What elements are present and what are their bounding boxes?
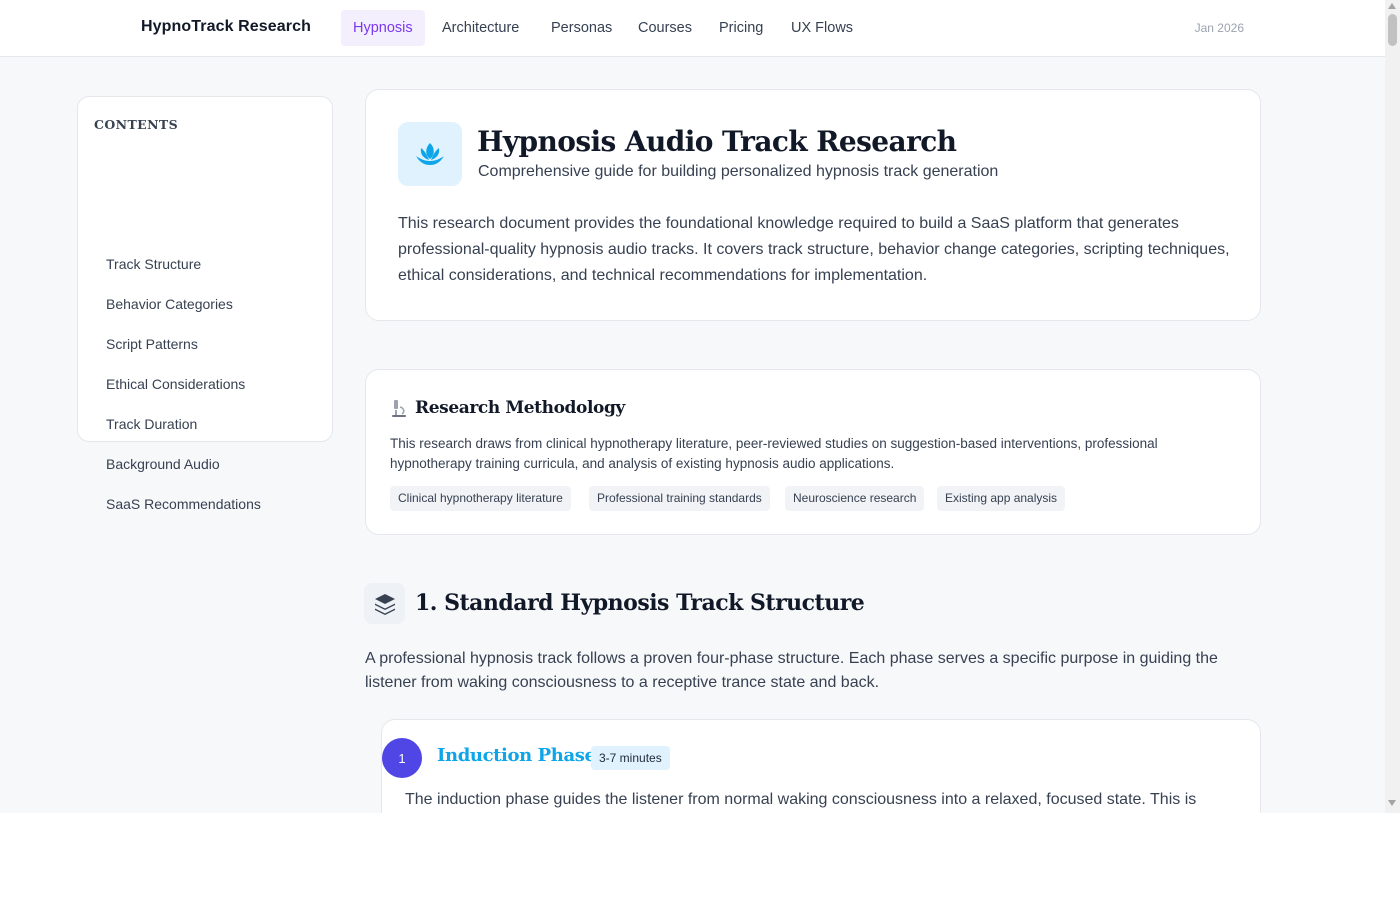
hero-card: Hypnosis Audio Track Research Comprehens… <box>365 89 1261 321</box>
toc-link-ethical-considerations[interactable]: Ethical Considerations <box>106 376 245 392</box>
toc-link-track-duration[interactable]: Track Duration <box>106 416 197 432</box>
scrollbar-thumb[interactable] <box>1388 14 1397 46</box>
vertical-scrollbar[interactable] <box>1385 0 1400 813</box>
methodology-tag: Existing app analysis <box>937 486 1066 511</box>
lotus-icon <box>398 122 462 186</box>
toc-link-track-structure[interactable]: Track Structure <box>106 256 201 272</box>
methodology-title: Research Methodology <box>415 398 625 418</box>
brand-name[interactable]: HypnoTrack Research <box>141 18 311 36</box>
toc-link-script-patterns[interactable]: Script Patterns <box>106 336 198 352</box>
scroll-up-arrow-icon[interactable] <box>1388 3 1396 9</box>
header-date: Jan 2026 <box>1194 21 1244 35</box>
methodology-tag: Neuroscience research <box>785 486 925 511</box>
contents-title: CONTENTS <box>94 117 179 132</box>
section-title-track-structure: 1. Standard Hypnosis Track Structure <box>415 590 865 616</box>
phase-title: Induction Phase <box>437 745 596 766</box>
scroll-down-arrow-icon[interactable] <box>1388 800 1396 806</box>
hero-description: This research document provides the foun… <box>398 215 1230 284</box>
nav-tab-courses[interactable]: Courses <box>626 10 704 46</box>
page-subtitle: Comprehensive guide for building persona… <box>478 163 999 180</box>
methodology-tag: Clinical hypnotherapy literature <box>390 486 571 511</box>
phase-duration-badge: 3-7 minutes <box>591 746 670 770</box>
nav-tab-architecture[interactable]: Architecture <box>430 10 531 46</box>
toc-link-background-audio[interactable]: Background Audio <box>106 456 220 472</box>
nav-tab-ux-flows[interactable]: UX Flows <box>779 10 865 46</box>
blank-area <box>0 813 1400 900</box>
page-title: Hypnosis Audio Track Research <box>477 125 957 158</box>
toc-link-behavior-categories[interactable]: Behavior Categories <box>106 296 233 312</box>
phase-description: The induction phase guides the listener … <box>405 791 1197 808</box>
nav-tab-hypnosis[interactable]: Hypnosis <box>341 10 425 46</box>
toc-link-saas-recommendations[interactable]: SaaS Recommendations <box>106 496 261 512</box>
nav-tab-personas[interactable]: Personas <box>539 10 624 46</box>
contents-sidebar: CONTENTS Track Structure Behavior Catego… <box>77 96 333 512</box>
methodology-card: Research Methodology This research draws… <box>365 369 1261 535</box>
page-viewport: HypnoTrack Research Hypnosis Architectur… <box>0 0 1385 813</box>
top-navigation: HypnoTrack Research Hypnosis Architectur… <box>0 0 1385 57</box>
layers-icon <box>364 583 405 624</box>
methodology-description: This research draws from clinical hypnot… <box>390 436 1158 471</box>
microscope-icon <box>389 398 409 418</box>
section-intro: A professional hypnosis track follows a … <box>365 650 1218 691</box>
nav-tab-pricing[interactable]: Pricing <box>707 10 775 46</box>
phase-number-badge: 1 <box>382 738 422 778</box>
methodology-tag: Professional training standards <box>589 486 770 511</box>
